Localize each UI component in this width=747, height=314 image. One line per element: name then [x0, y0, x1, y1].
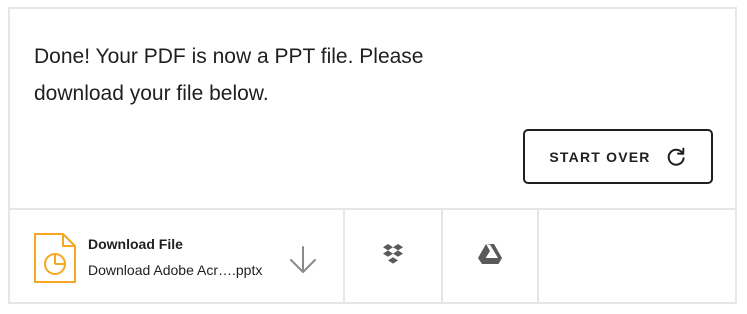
download-file-title: Download File — [88, 236, 183, 252]
start-over-label: START OVER — [549, 148, 651, 165]
save-to-google-drive-button[interactable] — [443, 210, 539, 302]
empty-cell — [539, 210, 735, 302]
conversion-result-card: Done! Your PDF is now a PPT file. Please… — [8, 7, 737, 304]
download-file-button[interactable]: Download File Download Adobe Acr….pptx — [10, 210, 345, 302]
result-message-section: Done! Your PDF is now a PPT file. Please… — [10, 9, 735, 210]
ppt-file-icon — [34, 233, 76, 283]
download-options-row: Download File Download Adobe Acr….pptx — [10, 210, 735, 302]
start-over-button[interactable]: START OVER — [523, 129, 713, 184]
refresh-icon — [665, 146, 687, 168]
download-file-name: Download Adobe Acr….pptx — [88, 262, 263, 278]
dropbox-icon — [382, 243, 404, 269]
google-drive-icon — [478, 243, 502, 269]
success-message: Done! Your PDF is now a PPT file. Please… — [34, 45, 424, 105]
download-arrow-icon — [289, 246, 317, 274]
save-to-dropbox-button[interactable] — [345, 210, 443, 302]
